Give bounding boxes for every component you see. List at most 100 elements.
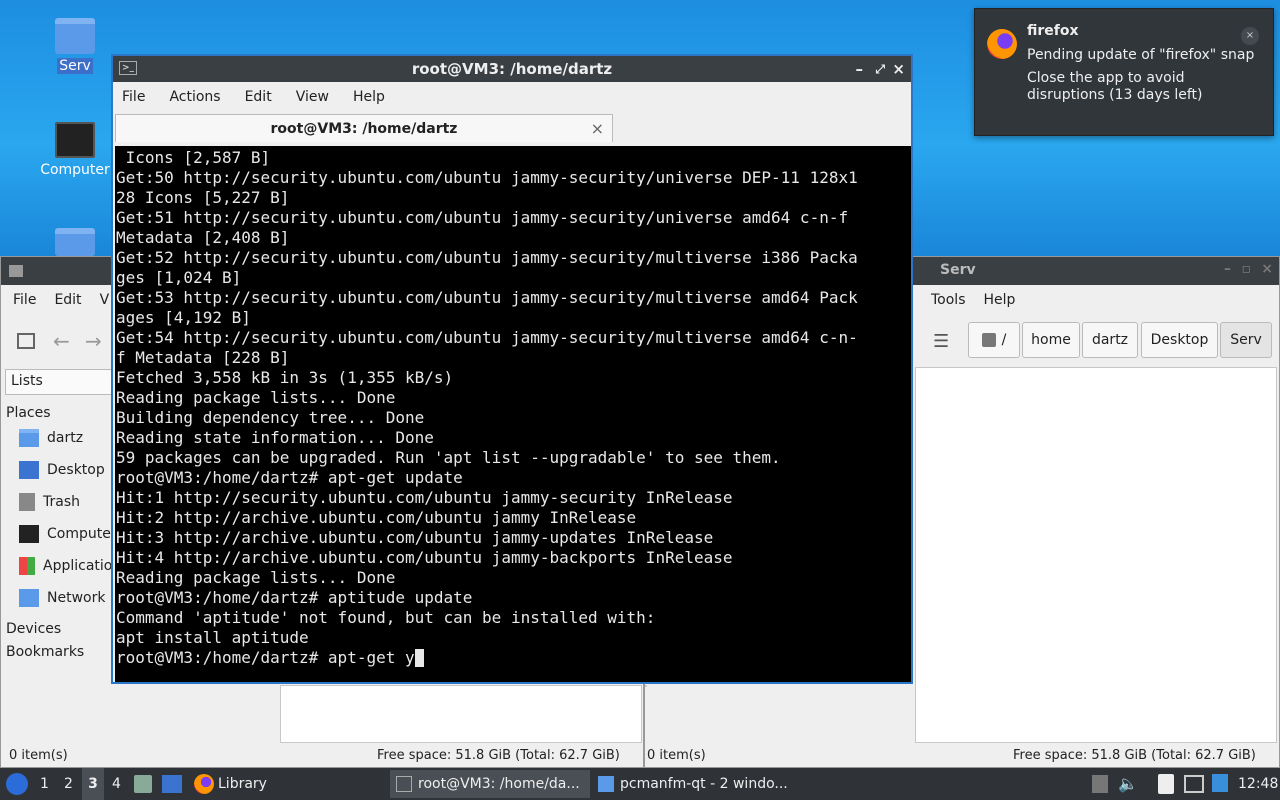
menu-actions[interactable]: Actions xyxy=(169,89,220,105)
section-devices[interactable]: Devices xyxy=(6,621,61,637)
task-label: root@VM3: /home/da... xyxy=(418,776,580,792)
menu-edit[interactable]: Edit xyxy=(54,292,81,308)
path-button-desktop[interactable]: Desktop xyxy=(1141,322,1218,358)
menu-file[interactable]: File xyxy=(122,89,145,105)
applications-icon xyxy=(19,557,35,575)
menu-tools[interactable]: Tools xyxy=(931,292,966,308)
minimize-icon[interactable]: – xyxy=(1224,261,1231,277)
tray-up-arrow-icon[interactable] xyxy=(1092,775,1108,793)
file-list-pane[interactable] xyxy=(915,367,1277,743)
sidebar-item-applications[interactable]: Applicatio xyxy=(19,557,112,575)
window-titlebar[interactable]: >_ root@VM3: /home/dartz – ⤢ × xyxy=(113,56,911,82)
terminal-line: Reading package lists... Done xyxy=(116,388,396,407)
terminal-output: Icons [2,587 B] Get:50 http://security.u… xyxy=(115,146,911,668)
firefox-launcher-icon[interactable] xyxy=(194,774,214,794)
terminal-line: Get:53 http://security.ubuntu.com/ubuntu… xyxy=(116,288,858,307)
desktop-icon-computer[interactable]: Computer xyxy=(35,122,115,178)
tab-close-icon[interactable]: × xyxy=(591,115,604,143)
terminal-icon xyxy=(396,776,412,792)
notification-body: Pending update of "firefox" snap Close t… xyxy=(1027,47,1257,104)
task-file-manager[interactable]: pcmanfm-qt - 2 windo... xyxy=(592,770,792,798)
workspace-4[interactable]: 4 xyxy=(112,768,121,800)
terminal-line: Hit:2 http://archive.ubuntu.com/ubuntu j… xyxy=(116,508,637,527)
minimize-icon[interactable]: – xyxy=(856,56,864,82)
maximize-icon[interactable]: ▫ xyxy=(1242,261,1252,277)
sidebar-item-label: Network xyxy=(47,590,106,606)
folder-icon xyxy=(598,776,614,792)
terminal-line: apt install aptitude xyxy=(116,628,309,647)
path-button-dartz[interactable]: dartz xyxy=(1082,322,1138,358)
menu-help[interactable]: Help xyxy=(353,89,385,105)
left-split-pane[interactable] xyxy=(645,685,647,687)
close-icon[interactable]: × xyxy=(892,56,905,82)
terminal-line: Building dependency tree... Done xyxy=(116,408,425,427)
sidebar-item-trash[interactable]: Trash xyxy=(19,493,80,511)
menu-view[interactable]: View xyxy=(296,89,329,105)
terminal-line: Hit:4 http://archive.ubuntu.com/ubuntu j… xyxy=(116,548,733,567)
computer-icon xyxy=(55,122,95,158)
maximize-icon[interactable]: ⤢ xyxy=(875,56,885,82)
status-item-count: 0 item(s) xyxy=(9,748,68,763)
desktop-icon-label: Serv xyxy=(57,58,93,74)
new-window-icon[interactable] xyxy=(17,333,35,349)
file-manager-launcher-icon[interactable] xyxy=(134,775,152,793)
section-places[interactable]: Places xyxy=(6,405,51,421)
path-button-serv[interactable]: Serv xyxy=(1220,322,1272,358)
path-button-home[interactable]: home xyxy=(1022,322,1080,358)
sidebar-item-computer[interactable]: Compute xyxy=(19,525,111,543)
terminal-line: Get:54 http://security.ubuntu.com/ubuntu… xyxy=(116,328,858,347)
workspace-1[interactable]: 1 xyxy=(40,768,49,800)
terminal-prompt-line[interactable]: root@VM3:/home/dartz# apt-get y xyxy=(116,648,415,667)
app-menu-icon[interactable] xyxy=(6,773,28,795)
workspace-2[interactable]: 2 xyxy=(64,768,73,800)
task-label: pcmanfm-qt - 2 windo... xyxy=(620,776,788,792)
view-mode-select[interactable]: Lists xyxy=(5,369,113,395)
library-launcher[interactable]: Library xyxy=(218,768,267,800)
task-terminal[interactable]: root@VM3: /home/da... xyxy=(390,770,590,798)
path-button-root[interactable]: / xyxy=(968,322,1020,358)
update-notifier-icon[interactable] xyxy=(1212,774,1228,792)
sidebar-item-network[interactable]: Network xyxy=(19,589,105,607)
network-folder-icon xyxy=(19,589,39,607)
terminal-screen[interactable]: Icons [2,587 B] Get:50 http://security.u… xyxy=(115,146,911,682)
path-label: / xyxy=(1001,332,1007,348)
notification-popup[interactable]: firefox Pending update of "firefox" snap… xyxy=(974,8,1274,136)
menu-edit[interactable]: Edit xyxy=(245,89,272,105)
terminal-line: root@VM3:/home/dartz# apt-get update xyxy=(116,468,463,487)
workspace-3[interactable]: 3 xyxy=(82,768,104,800)
file-list-pane[interactable] xyxy=(280,685,642,743)
terminal-line: Get:50 http://security.ubuntu.com/ubuntu… xyxy=(116,168,858,187)
sidebar-item-dartz[interactable]: dartz xyxy=(19,429,83,447)
terminal-line: Reading package lists... Done xyxy=(116,568,396,587)
sidebar-item-label: Trash xyxy=(43,494,80,510)
terminal-line: root@VM3:/home/dartz# aptitude update xyxy=(116,588,473,607)
taskbar: 1 2 3 4 Library root@VM3: /home/da... pc… xyxy=(0,768,1280,800)
menu-help[interactable]: Help xyxy=(984,292,1016,308)
path-label: dartz xyxy=(1091,332,1129,348)
terminal-line: Get:52 http://security.ubuntu.com/ubuntu… xyxy=(116,248,858,267)
show-desktop-icon[interactable] xyxy=(162,775,182,793)
network-icon[interactable] xyxy=(1184,775,1204,793)
forward-arrow-icon[interactable]: → xyxy=(85,329,102,353)
clipboard-icon[interactable] xyxy=(1158,774,1174,794)
notification-line: Close the app to avoid disruptions (13 d… xyxy=(1027,70,1203,103)
close-icon[interactable]: × xyxy=(1241,27,1259,45)
sidebar-item-label: Desktop xyxy=(47,462,105,478)
section-bookmarks[interactable]: Bookmarks xyxy=(6,644,84,660)
volume-icon[interactable]: 🔈 xyxy=(1118,768,1138,800)
terminal-tab[interactable]: root@VM3: /home/dartz × xyxy=(115,114,613,142)
sidebar-item-desktop[interactable]: Desktop xyxy=(19,461,105,479)
list-view-icon[interactable]: ☰ xyxy=(933,331,949,352)
back-arrow-icon[interactable]: ← xyxy=(53,329,70,353)
status-free-space: Free space: 51.8 GiB (Total: 62.7 GiB) xyxy=(1013,748,1256,763)
terminal-line: Icons [2,587 B] xyxy=(125,148,271,167)
window-icon xyxy=(9,265,23,277)
menubar: File Actions Edit View Help xyxy=(113,82,911,112)
terminal-line: ages [4,192 B] xyxy=(116,308,251,327)
desktop-icon-serv[interactable]: Serv xyxy=(35,18,115,74)
clock[interactable]: 12:48 xyxy=(1238,768,1278,800)
close-icon[interactable]: × xyxy=(1261,261,1273,277)
menu-view[interactable]: V xyxy=(100,292,110,308)
view-mode-label: Lists xyxy=(11,373,43,389)
menu-file[interactable]: File xyxy=(13,292,36,308)
